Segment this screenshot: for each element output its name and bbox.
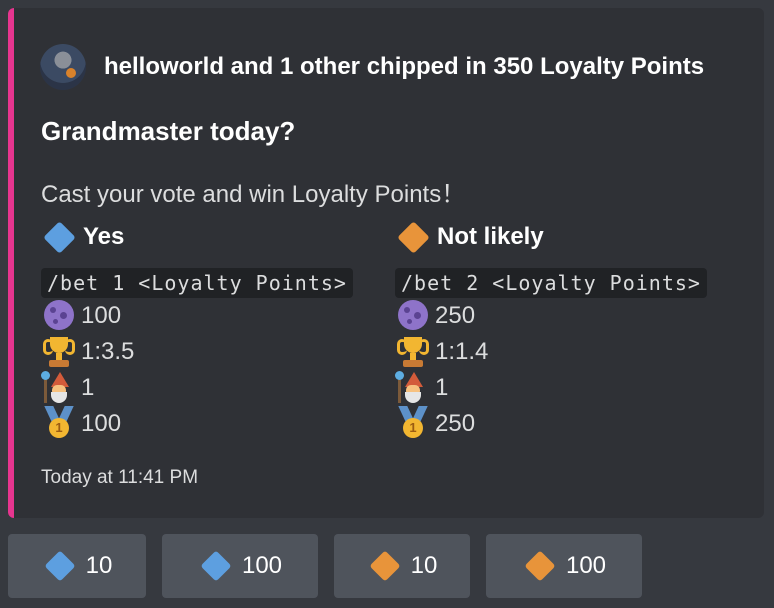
button-label: 100 [241,552,283,579]
stat-voters-value: 1 [435,374,449,401]
stat-top-bet: 1 250 [395,406,735,442]
bet-yes-10-button[interactable]: 10 [8,534,146,598]
mage-icon [395,370,431,406]
stat-voters: 1 [395,370,735,406]
field-yes: Yes /bet 1 <Loyalty Points> 100 1:3.5 1 … [41,220,381,442]
trophy-icon [41,334,77,370]
stat-points: 100 [41,298,381,334]
bet-not-likely-100-button[interactable]: 100 [486,534,642,598]
poll-embed: helloworld and 1 other chipped in 350 Lo… [8,8,764,518]
field-name-label: Yes [83,223,125,250]
bet-command: /bet 2 <Loyalty Points> [395,268,707,298]
first-place-medal-icon: 1 [395,406,431,442]
stat-top-bet: 1 100 [41,406,381,442]
bet-not-likely-10-button[interactable]: 10 [334,534,470,598]
embed-title: Grandmaster today? [41,116,296,146]
avatar[interactable] [40,44,86,90]
blue-diamond-icon [41,220,77,254]
stat-points-value: 250 [435,302,476,329]
button-label: 10 [85,552,113,579]
stat-odds-value: 1:1.4 [435,338,489,365]
bet-command: /bet 1 <Loyalty Points> [41,268,353,298]
button-label: 10 [410,552,438,579]
mage-icon [41,370,77,406]
embed-author: helloworld and 1 other chipped in 350 Lo… [40,44,704,90]
orange-diamond-icon [522,549,558,583]
stat-odds: 1:1.4 [395,334,735,370]
stat-points-value: 100 [81,302,122,329]
orange-diamond-icon [367,549,403,583]
blue-diamond-icon [42,549,78,583]
crystal-ball-icon [395,298,431,334]
stat-points: 250 [395,298,735,334]
field-name-label: Not likely [437,223,544,250]
embed-timestamp: Today at 11:41 PM [41,467,199,488]
field-not-likely: Not likely /bet 2 <Loyalty Points> 250 1… [395,220,735,442]
stat-odds: 1:3.5 [41,334,381,370]
crystal-ball-icon [41,298,77,334]
blue-diamond-icon [198,549,234,583]
embed-accent-bar [8,8,14,518]
bet-yes-100-button[interactable]: 100 [162,534,318,598]
stat-odds-value: 1:3.5 [81,338,135,365]
stat-top-bet-value: 250 [435,410,476,437]
first-place-medal-icon: 1 [41,406,77,442]
stat-voters: 1 [41,370,381,406]
stat-voters-value: 1 [81,374,95,401]
orange-diamond-icon [395,220,431,254]
field-name: Yes [41,220,381,254]
button-label: 100 [565,552,607,579]
embed-description: Cast your vote and win Loyalty Points！ [41,181,466,208]
field-name: Not likely [395,220,735,254]
author-name: helloworld and 1 other chipped in 350 Lo… [104,53,705,80]
trophy-icon [395,334,431,370]
stat-top-bet-value: 100 [81,410,122,437]
